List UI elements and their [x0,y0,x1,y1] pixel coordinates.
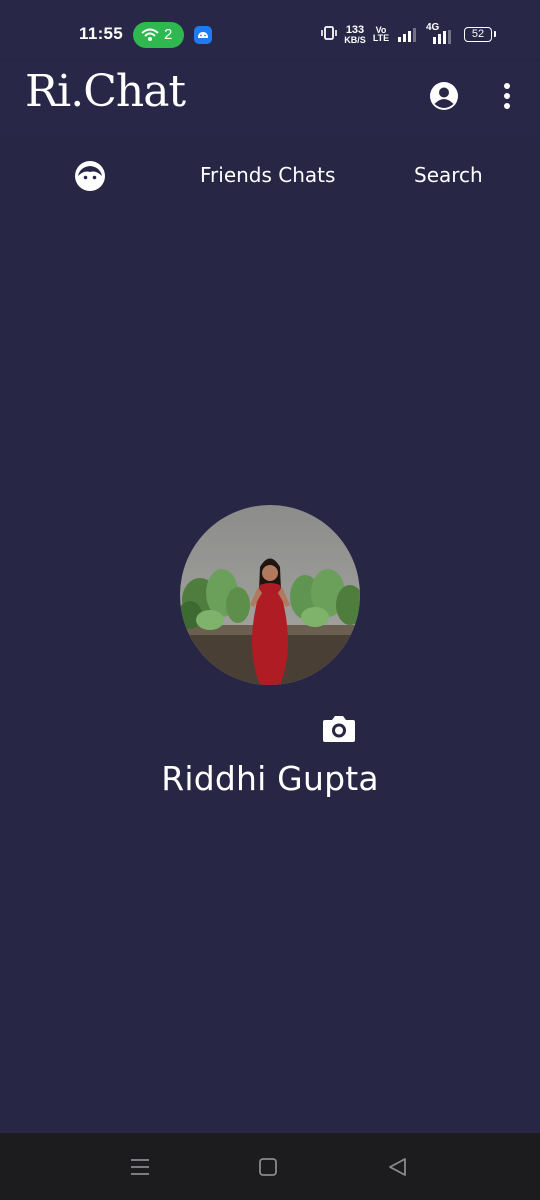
signal-icon-1 [398,28,416,42]
battery-indicator: 52 [464,27,496,42]
status-time: 11:55 [79,24,124,43]
net-speed: 133 KB/S [342,25,368,45]
app-title: Ri.Chat [25,66,186,117]
android-app-icon [194,26,212,44]
account-circle-icon[interactable] [428,80,460,112]
profile-name: Riddhi Gupta [161,759,379,798]
status-bar: 11:55 2 133 KB/S Vo LTE 4G 52 [0,0,540,62]
vibrate-icon [321,26,337,40]
tab-bar: Friends Chats Search [0,136,540,216]
more-vert-icon[interactable] [498,80,516,112]
tab-friends-chats[interactable]: Friends Chats [200,163,335,187]
menu-lines-icon[interactable] [128,1155,152,1179]
face-icon[interactable] [74,160,106,192]
hotspot-icon [141,28,159,41]
signal-icon-2 [433,30,451,44]
triangle-back-icon[interactable] [386,1155,410,1179]
volte-indicator: Vo LTE [370,26,392,43]
app-bar: Ri.Chat [0,62,540,136]
volte-bottom: LTE [372,33,390,43]
profile-avatar[interactable] [180,505,360,685]
hotspot-pill[interactable]: 2 [133,22,184,48]
hotspot-count: 2 [164,26,173,43]
net-speed-unit: KB/S [344,35,366,45]
tab-search[interactable]: Search [414,163,483,187]
square-icon[interactable] [256,1155,280,1179]
system-nav-bar [0,1133,540,1200]
camera-icon[interactable] [322,713,356,743]
